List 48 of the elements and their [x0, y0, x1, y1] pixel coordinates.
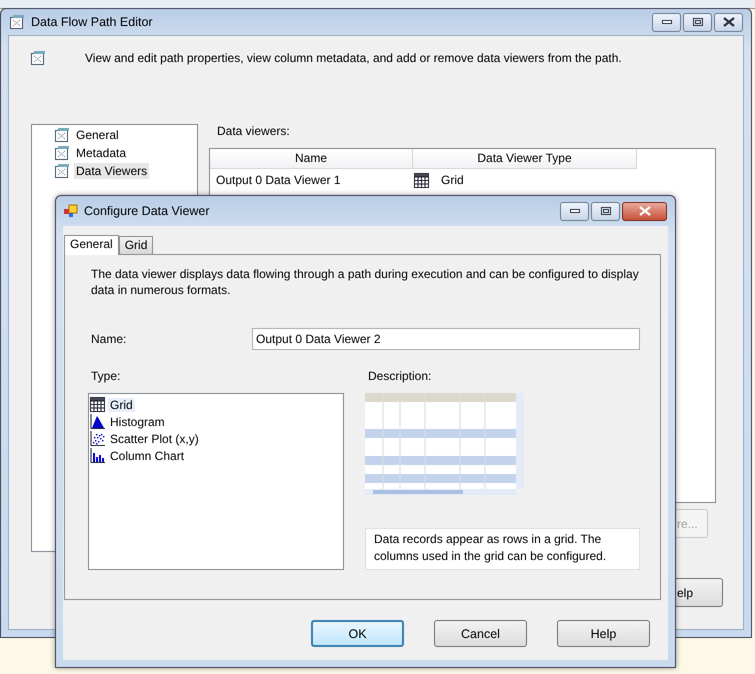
table-cell[interactable]: Grid [441, 173, 464, 187]
header-icon [30, 50, 46, 66]
name-label: Name: [91, 332, 128, 346]
minimize-button[interactable] [560, 202, 589, 220]
column-header[interactable]: Data Viewer Type [413, 149, 637, 169]
name-field[interactable]: Output 0 Data Viewer 2 [252, 328, 640, 350]
histogram-icon [90, 414, 105, 429]
list-item[interactable]: Histogram [108, 414, 167, 428]
tab[interactable]: Grid [118, 236, 154, 254]
tree-item[interactable]: Data Viewers [74, 163, 150, 179]
description-text: Data records appear as rows in a grid. The columns used in the grid can be configured. [365, 528, 640, 570]
app-icon [64, 204, 78, 218]
dialog-title: Configure Data Viewer [84, 204, 211, 218]
minimize-icon [570, 209, 580, 213]
dialog-button[interactable]: OK [311, 620, 404, 647]
window-icon [9, 14, 25, 30]
minimize-button[interactable] [652, 12, 681, 32]
scatter-plot-icon [90, 431, 105, 446]
column-chart-icon [90, 448, 105, 463]
dialog-button[interactable]: Cancel [434, 620, 527, 647]
dialog-button[interactable]: Help [557, 620, 650, 647]
description-label: Description: [367, 369, 432, 385]
minimize-icon [662, 20, 672, 24]
grid-icon [414, 172, 429, 188]
maximize-icon [692, 18, 702, 26]
close-button[interactable] [622, 202, 667, 220]
page-icon [54, 163, 70, 179]
maximize-icon [600, 207, 610, 215]
close-icon [638, 206, 652, 216]
maximize-button[interactable] [683, 12, 712, 32]
intro-text: The data viewer displays data flowing through a path during execution and can be configured to display data in numerous formats. [91, 266, 640, 298]
close-icon [722, 17, 736, 27]
tree-item[interactable]: Metadata [74, 145, 128, 161]
close-button[interactable] [714, 12, 743, 32]
table-cell[interactable]: Output 0 Data Viewer 1 [210, 173, 412, 187]
window-title: Data Flow Path Editor [31, 15, 154, 29]
column-header[interactable]: Name [210, 149, 413, 169]
type-label: Type: [90, 369, 122, 385]
list-item[interactable]: Column Chart [108, 448, 186, 462]
tree-item[interactable]: General [74, 127, 121, 143]
header-description: View and edit path properties, view column metadata, and add or remove data viewers from the path. [85, 51, 622, 65]
page-icon [54, 127, 70, 143]
maximize-button[interactable] [591, 202, 620, 220]
tab[interactable]: General [64, 235, 119, 255]
page-icon [54, 145, 70, 161]
data-viewers-label: Data viewers: [216, 124, 291, 138]
list-item[interactable]: Grid [108, 398, 135, 412]
list-item[interactable]: Scatter Plot (x,y) [108, 432, 201, 446]
